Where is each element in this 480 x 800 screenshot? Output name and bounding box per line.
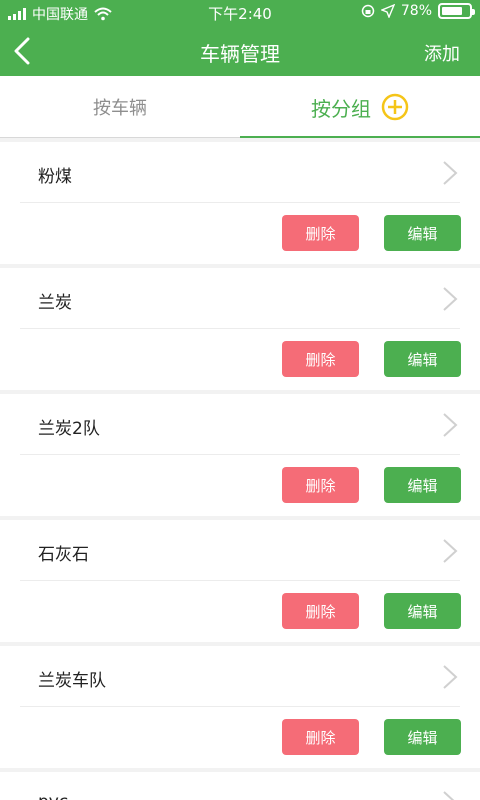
add-group-icon[interactable] — [381, 93, 409, 121]
divider — [20, 328, 460, 329]
group-name[interactable]: 石灰石 — [38, 540, 89, 565]
location-icon — [380, 4, 395, 18]
delete-button[interactable]: 删除 — [282, 593, 359, 629]
group-card: 兰炭 删除 编辑 — [0, 268, 480, 390]
tab-by-vehicle-label: 按车辆 — [93, 98, 147, 119]
battery-fill — [442, 7, 463, 15]
status-right: 78% — [361, 3, 475, 19]
group-name[interactable]: 兰炭2队 — [38, 414, 100, 439]
battery-percent: 78% — [400, 3, 432, 19]
add-button[interactable]: 添加 — [424, 40, 460, 66]
group-card: 石灰石 删除 编辑 — [0, 520, 480, 642]
divider — [20, 454, 460, 455]
edit-button[interactable]: 编辑 — [384, 215, 461, 251]
edit-button[interactable]: 编辑 — [384, 593, 461, 629]
group-card: 粉煤 删除 编辑 — [0, 142, 480, 264]
tab-bar: 按车辆 按分组 — [0, 76, 480, 138]
edit-button[interactable]: 编辑 — [384, 467, 461, 503]
delete-button[interactable]: 删除 — [282, 719, 359, 755]
edit-button[interactable]: 编辑 — [384, 719, 461, 755]
divider — [20, 580, 460, 581]
group-card: 兰炭车队 删除 编辑 — [0, 646, 480, 768]
tab-by-group-label: 按分组 — [311, 96, 371, 121]
chevron-right-icon[interactable] — [440, 790, 460, 800]
page-title: 车辆管理 — [200, 42, 280, 66]
nav-bar: 车辆管理 添加 — [0, 26, 480, 76]
status-bar: 中国联通 下午2:40 78% — [0, 0, 480, 24]
chevron-right-icon[interactable] — [440, 664, 460, 690]
delete-button[interactable]: 删除 — [282, 215, 359, 251]
group-name[interactable]: pvc — [38, 792, 68, 800]
tab-by-vehicle[interactable]: 按车辆 — [0, 76, 240, 138]
edit-button[interactable]: 编辑 — [384, 341, 461, 377]
group-name[interactable]: 兰炭车队 — [38, 666, 106, 691]
active-tab-indicator — [240, 136, 480, 138]
chevron-right-icon[interactable] — [440, 160, 460, 186]
group-card: pvc — [0, 772, 480, 800]
group-card: 兰炭2队 删除 编辑 — [0, 394, 480, 516]
chevron-right-icon[interactable] — [440, 538, 460, 564]
tab-by-group[interactable]: 按分组 — [240, 76, 480, 138]
orientation-lock-icon — [361, 4, 375, 18]
app-header: 中国联通 下午2:40 78% 车辆管理 添加 — [0, 0, 480, 76]
delete-button[interactable]: 删除 — [282, 467, 359, 503]
chevron-right-icon[interactable] — [440, 286, 460, 312]
divider — [20, 202, 460, 203]
delete-button[interactable]: 删除 — [282, 341, 359, 377]
group-name[interactable]: 兰炭 — [38, 288, 72, 313]
group-name[interactable]: 粉煤 — [38, 162, 72, 187]
battery-icon — [438, 3, 475, 19]
chevron-right-icon[interactable] — [440, 412, 460, 438]
group-list: 粉煤 删除 编辑 兰炭 删除 编辑 兰炭2队 删除 编辑 石灰石 删除 编辑 兰… — [0, 142, 480, 800]
divider — [20, 706, 460, 707]
